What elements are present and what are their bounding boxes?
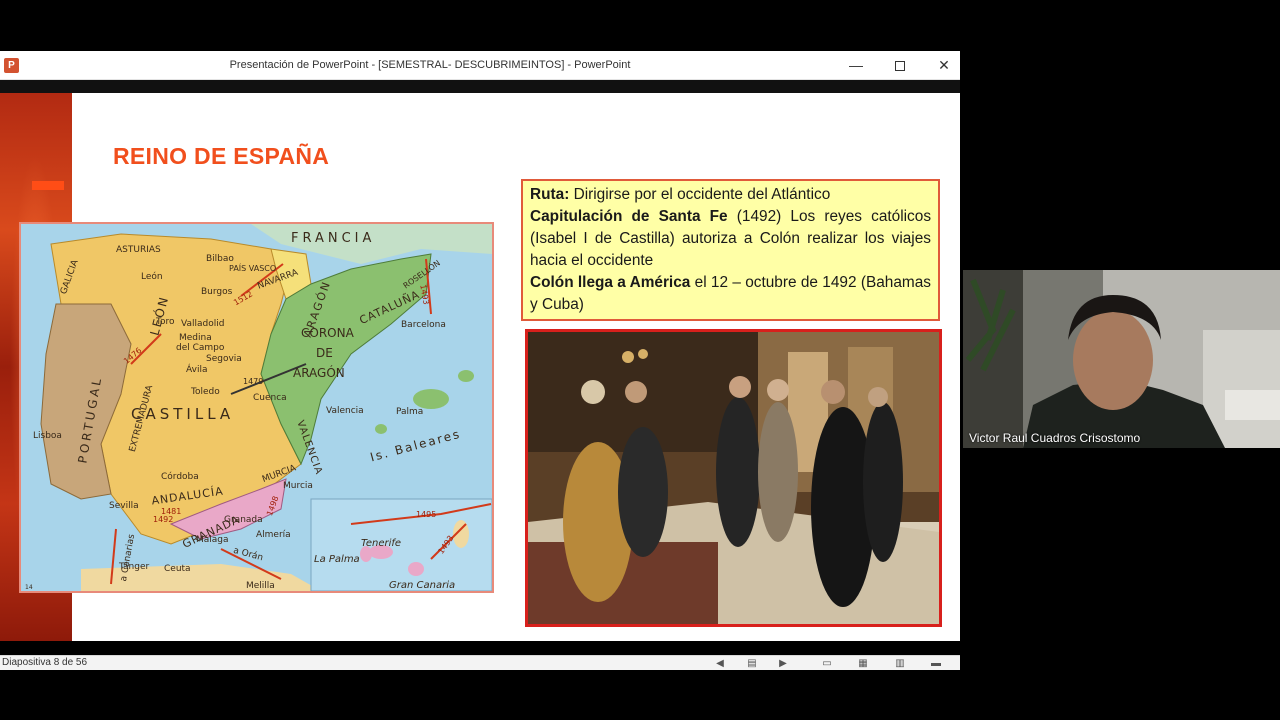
label-almeria: Almería — [256, 530, 291, 540]
label-castilla: CASTILLA — [131, 405, 234, 423]
slideshow-top-gap — [0, 80, 960, 93]
menu-icon[interactable]: ▤ — [745, 658, 759, 669]
capitulacion-label: Capitulación de Santa Fe — [530, 208, 728, 225]
ruta-label: Ruta: — [530, 186, 570, 203]
info-textbox[interactable]: Ruta: Dirigirse por el occidente del Atl… — [521, 179, 940, 321]
maximize-button[interactable] — [878, 51, 922, 80]
slide-canvas[interactable]: REINO DE ESPAÑA FRANCIA ASTURIAS GALICIA… — [0, 93, 960, 641]
normal-view-icon[interactable]: ▭ — [820, 658, 834, 669]
label-medina: Medina — [179, 333, 212, 343]
next-slide-icon[interactable]: ▶ — [776, 658, 790, 669]
participant-video-svg — [963, 270, 1280, 448]
previous-slide-icon[interactable]: ◀ — [713, 658, 727, 669]
label-aragon-2: ARAGÓN — [293, 365, 345, 380]
label-francia: FRANCIA — [291, 231, 375, 246]
minimize-button[interactable]: — — [834, 51, 878, 80]
label-murcia-city: Murcia — [283, 481, 313, 491]
ruta-text: Dirigirse por el occidente del Atlántico — [569, 186, 831, 203]
slideshow-icon[interactable]: ▬ — [929, 658, 943, 669]
label-toro: Toro — [155, 317, 175, 327]
label-pais-vasco: PAÍS VASCO — [229, 262, 276, 273]
label-granada-city: Granada — [224, 515, 263, 525]
label-sevilla: Sevilla — [109, 501, 139, 511]
label-asturias: ASTURIAS — [116, 245, 161, 255]
label-segovia: Segovia — [206, 354, 242, 364]
label-cordoba: Córdoba — [161, 471, 199, 482]
label-1479: 1479 — [243, 377, 263, 386]
label-barcelona: Barcelona — [401, 320, 446, 330]
label-la-palma: La Palma — [314, 554, 360, 565]
label-malaga: Málaga — [196, 535, 229, 545]
historical-scene-image — [525, 329, 942, 627]
label-bilbao: Bilbao — [206, 254, 234, 264]
label-leon-city: León — [141, 271, 163, 282]
label-ceuta: Ceuta — [164, 564, 191, 574]
label-tenerife: Tenerife — [361, 538, 401, 549]
map-svg: FRANCIA ASTURIAS GALICIA Bilbao PAÍS VAS… — [21, 224, 492, 591]
label-gran-canaria: Gran Canaria — [389, 580, 455, 591]
map-page-number: 14 — [25, 584, 33, 591]
label-valencia-city: Valencia — [326, 406, 364, 416]
slide-counter: Diapositiva 8 de 56 — [2, 657, 88, 668]
window-title: Presentación de PowerPoint - [SEMESTRAL-… — [229, 59, 631, 71]
label-1495: 1495 — [416, 510, 436, 519]
label-avila: Ávila — [186, 363, 207, 375]
label-valladolid: Valladolid — [181, 319, 224, 329]
powerpoint-window: P Presentación de PowerPoint - [SEMESTRA… — [0, 51, 960, 670]
label-1492: 1492 — [153, 515, 173, 524]
label-lisboa: Lisboa — [33, 431, 62, 441]
map-image: FRANCIA ASTURIAS GALICIA Bilbao PAÍS VAS… — [19, 222, 494, 593]
colon-label: Colón llega a América — [530, 274, 691, 291]
reading-view-icon[interactable]: ▥ — [893, 658, 907, 669]
status-bar: Diapositiva 8 de 56 ◀ ▤ ▶ ▭ ▦ ▥ ▬ — [0, 655, 960, 670]
participant-video-tile[interactable]: Victor Raul Cuadros Crisostomo — [963, 270, 1280, 448]
label-melilla: Melilla — [246, 581, 275, 591]
label-del-campo: del Campo — [176, 343, 225, 353]
maximize-icon — [895, 61, 905, 72]
participant-name: Victor Raul Cuadros Crisostomo — [969, 431, 1141, 445]
screen: P Presentación de PowerPoint - [SEMESTRA… — [0, 0, 1280, 720]
title-bar[interactable]: P Presentación de PowerPoint - [SEMESTRA… — [0, 51, 960, 80]
label-corona: CORONA — [301, 326, 355, 340]
label-burgos: Burgos — [201, 287, 233, 297]
slide-sorter-icon[interactable]: ▦ — [856, 658, 870, 669]
close-button[interactable]: ✕ — [922, 51, 966, 80]
label-de: DE — [316, 346, 333, 360]
accent-bar — [32, 181, 64, 190]
label-palma: Palma — [396, 407, 423, 417]
label-toledo: Toledo — [190, 387, 220, 397]
label-cuenca: Cuenca — [253, 393, 287, 403]
scene-svg — [528, 332, 939, 624]
slide-title: REINO DE ESPAÑA — [113, 143, 330, 169]
